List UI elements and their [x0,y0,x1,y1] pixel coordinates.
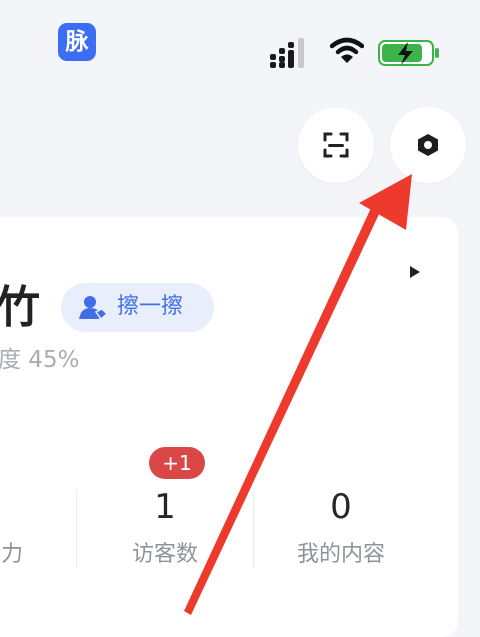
stat-label-visitors[interactable]: 访客数 [115,539,215,571]
profile-name: 竹 [0,282,40,333]
stat-value-visitors[interactable]: 1 [125,483,205,531]
wipe-button[interactable]: 擦一擦 [61,283,214,332]
card-forward-arrow-icon[interactable] [409,265,421,279]
app-notification-icon: 脉 [58,23,96,61]
wipe-button-label: 擦一擦 [117,294,184,319]
stat-label-my-content[interactable]: 我的内容 [281,539,401,571]
scan-button[interactable] [298,107,374,183]
stat-label-influence: 力 [0,542,23,567]
battery-charging-icon [378,40,439,66]
status-bar: 脉 [0,0,480,90]
visitor-new-badge: +1 [149,447,205,479]
stat-value-my-content[interactable]: 0 [301,483,381,531]
settings-button[interactable] [390,107,466,183]
wifi-icon [330,37,364,63]
stat-divider [76,490,77,568]
settings-hexagon-icon [418,134,438,156]
scan-icon [323,132,349,158]
stat-divider [253,490,254,568]
profile-card [0,217,458,637]
signal-icon [270,38,304,68]
profile-completion-text: 度 45% [0,347,80,373]
user-wipe-icon [79,296,107,321]
